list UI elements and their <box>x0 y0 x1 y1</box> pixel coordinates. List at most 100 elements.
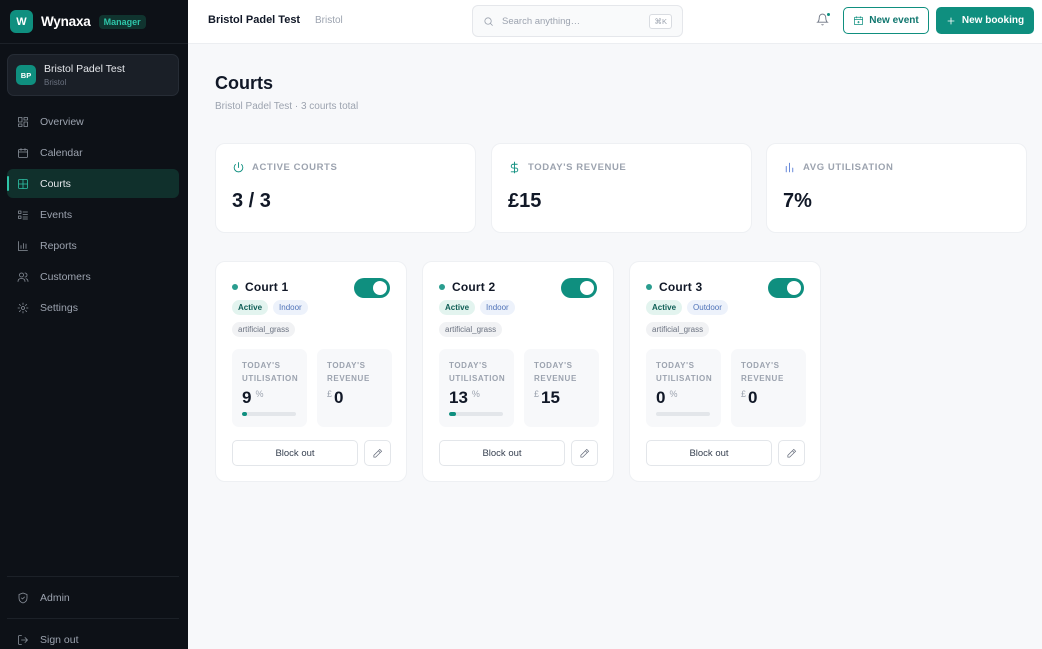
stat-card-todays-revenue: TODAY'S REVENUE £15 <box>491 143 752 233</box>
sidebar-item-overview[interactable]: Overview <box>7 107 179 136</box>
pencil-icon <box>373 448 383 458</box>
court-enabled-toggle[interactable] <box>561 278 597 298</box>
topbar: Bristol Padel Test Bristol ⌘K New event … <box>188 0 1042 44</box>
court-type-badge: Indoor <box>480 300 515 315</box>
sidebar-footer: Admin Sign out <box>7 576 179 649</box>
stat-label: AVG UTILISATION <box>803 162 894 173</box>
metric-label: TODAY'S REVENUE <box>534 361 577 383</box>
venue-name: Bristol Padel Test <box>44 63 125 75</box>
metric-label: TODAY'S REVENUE <box>327 361 370 383</box>
sidebar-item-customers[interactable]: Customers <box>7 262 179 291</box>
status-badge: Active <box>232 300 269 315</box>
court-card-1: Court 1 Active Indoor artificial_grass T… <box>215 261 407 482</box>
new-booking-button[interactable]: New booking <box>936 7 1034 34</box>
edit-court-button[interactable] <box>778 440 805 466</box>
search-icon <box>484 16 493 26</box>
page-title: Courts <box>215 73 273 93</box>
utilisation-value: 9 <box>242 388 252 407</box>
search-box[interactable]: ⌘K <box>472 5 683 37</box>
breadcrumb-venue: Bristol Padel Test <box>208 14 301 26</box>
venue-switcher[interactable]: BP Bristol Padel Test Bristol <box>7 54 179 96</box>
sidebar-item-reports[interactable]: Reports <box>7 231 179 260</box>
brand-logo[interactable]: W <box>10 10 33 33</box>
utilisation-bar <box>656 412 710 416</box>
sidebar-item-admin[interactable]: Admin <box>7 583 179 612</box>
breadcrumb-city: Bristol <box>315 15 343 26</box>
sidebar: W Wynaxa Manager BP Bristol Padel Test B… <box>0 0 188 649</box>
stat-card-active-courts: ACTIVE COURTS 3 / 3 <box>215 143 476 233</box>
stat-value: £15 <box>508 190 542 212</box>
plus-icon <box>947 17 955 24</box>
venue-avatar: BP <box>16 65 36 85</box>
new-booking-label: New booking <box>961 15 1025 26</box>
status-badge: Active <box>646 300 683 315</box>
utilisation-bar-fill <box>242 412 247 416</box>
utilisation-unit: % <box>669 389 678 399</box>
sidebar-item-label: Courts <box>40 177 71 190</box>
sidebar-item-calendar[interactable]: Calendar <box>7 138 179 167</box>
court-enabled-toggle[interactable] <box>354 278 390 298</box>
block-out-button[interactable]: Block out <box>646 440 772 466</box>
block-out-button[interactable]: Block out <box>232 440 358 466</box>
court-status-dot <box>232 284 238 290</box>
new-event-button[interactable]: New event <box>843 7 929 34</box>
court-card-3: Court 3 Active Outdoor artificial_grass … <box>629 261 821 482</box>
utilisation-metric: TODAY'S UTILISATION 9% <box>232 349 307 427</box>
block-out-button[interactable]: Block out <box>439 440 565 466</box>
edit-court-button[interactable] <box>571 440 598 466</box>
search-input[interactable] <box>502 15 632 27</box>
venue-city: Bristol <box>44 78 67 87</box>
stat-label: TODAY'S REVENUE <box>528 162 627 173</box>
currency-symbol: £ <box>741 389 747 399</box>
court-status-dot <box>646 284 652 290</box>
shield-icon <box>18 592 28 603</box>
sidebar-item-label: Customers <box>40 270 91 283</box>
sign-out-button[interactable]: Sign out <box>7 625 179 649</box>
sidebar-item-label: Overview <box>40 115 84 128</box>
court-status-dot <box>439 284 445 290</box>
sidebar-item-events[interactable]: Events <box>7 200 179 229</box>
notifications-button[interactable] <box>816 12 831 27</box>
sidebar-item-courts[interactable]: Courts <box>7 169 179 198</box>
metric-label: TODAY'S UTILISATION <box>449 361 506 383</box>
stat-card-avg-utilisation: AVG UTILISATION 7% <box>766 143 1027 233</box>
bar-chart-icon <box>785 162 794 173</box>
calendar-plus-icon <box>854 16 864 25</box>
brand: W Wynaxa Manager <box>0 0 188 44</box>
utilisation-bar <box>242 412 296 416</box>
new-event-label: New event <box>869 15 919 26</box>
gear-icon <box>17 302 29 313</box>
role-badge: Manager <box>98 14 146 29</box>
status-badge: Active <box>439 300 476 315</box>
sidebar-item-settings[interactable]: Settings <box>7 293 179 322</box>
utilisation-metric: TODAY'S UTILISATION 0% <box>646 349 721 427</box>
brand-name: Wynaxa <box>41 14 91 29</box>
surface-badge: artificial_grass <box>439 322 503 337</box>
grid-icon <box>18 116 28 127</box>
stat-value: 7% <box>783 190 812 212</box>
court-enabled-toggle[interactable] <box>768 278 804 298</box>
sidebar-item-label: Events <box>40 208 73 221</box>
currency-symbol: £ <box>534 389 540 399</box>
pencil-icon <box>580 448 590 458</box>
revenue-metric: TODAY'S REVENUE £0 <box>317 349 392 427</box>
power-icon <box>233 162 244 173</box>
sidebar-item-label: Sign out <box>40 633 79 646</box>
page-subtitle: Bristol Padel Test · 3 courts total <box>215 101 359 112</box>
revenue-metric: TODAY'S REVENUE £15 <box>524 349 599 427</box>
edit-court-button[interactable] <box>364 440 391 466</box>
revenue-value: 15 <box>541 388 560 407</box>
bar-chart-icon <box>18 240 28 251</box>
notification-dot <box>826 12 831 17</box>
search-shortcut: ⌘K <box>649 13 672 29</box>
utilisation-value: 13 <box>449 388 468 407</box>
court-grid-icon <box>18 178 28 189</box>
stat-value: 3 / 3 <box>232 190 271 212</box>
sidebar-item-label: Settings <box>40 301 78 314</box>
dollar-icon <box>510 161 519 174</box>
metric-label: TODAY'S REVENUE <box>741 361 784 383</box>
pencil-icon <box>787 448 797 458</box>
court-name: Court 1 <box>245 280 289 294</box>
metric-label: TODAY'S UTILISATION <box>656 361 713 383</box>
utilisation-unit: % <box>471 389 480 399</box>
